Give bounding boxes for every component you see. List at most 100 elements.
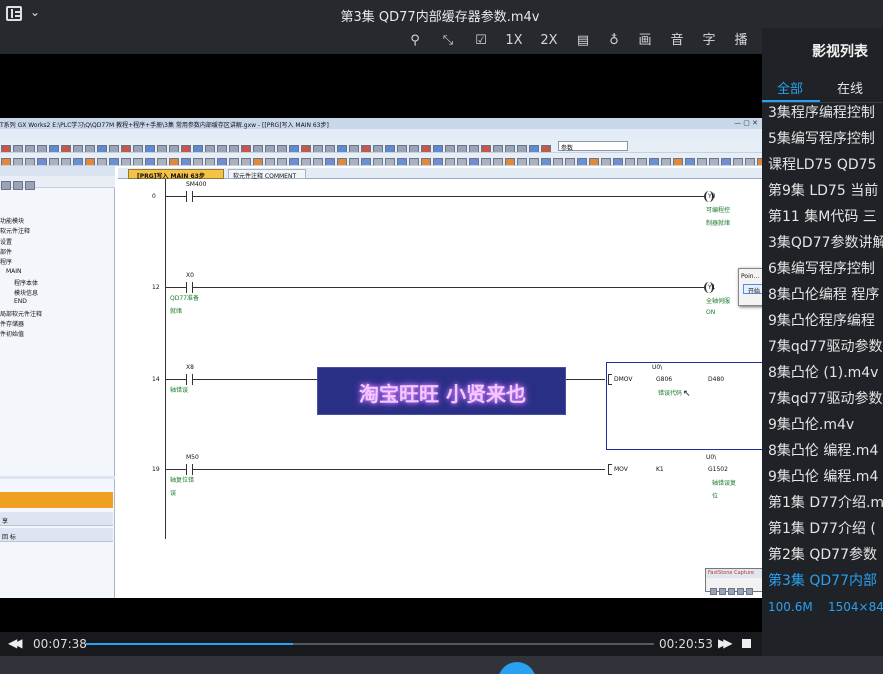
pin-icon[interactable]: ⚲ (404, 32, 426, 50)
gx-tool-icon[interactable] (181, 158, 191, 165)
playlist-item[interactable]: 7集qd77驱动参数 (768, 388, 883, 408)
gx-panel-header-2[interactable]: 回 标 (0, 528, 113, 542)
gx-tab-comment[interactable]: 软元件注释 COMMENT (228, 169, 306, 180)
gx-tool-icon[interactable] (313, 158, 323, 165)
gx-tool-icon[interactable] (337, 158, 347, 165)
gx-tool-icon[interactable] (733, 158, 743, 165)
gx-tool-icon[interactable] (433, 145, 443, 152)
fullscreen-icon[interactable]: ⤡ (437, 32, 459, 50)
gx-tool-icon[interactable] (517, 145, 527, 152)
gx-tree-item[interactable]: 程序 (0, 257, 12, 266)
gx-tool-icon[interactable] (37, 158, 47, 165)
gx-tool-icon[interactable] (721, 158, 731, 165)
gx-tool-icon[interactable] (481, 158, 491, 165)
tab-all[interactable]: 全部 (777, 78, 803, 97)
playlist-item[interactable]: 第1集 D77介绍.m (768, 492, 883, 512)
playlist-item[interactable]: 课程LD75 QD75 (768, 154, 883, 174)
gx-tool-icon[interactable] (61, 158, 71, 165)
gx-tree-item[interactable]: 局部软元件注释 (0, 309, 42, 318)
gx-tool-icon[interactable] (613, 158, 623, 165)
gx-tool-icon[interactable] (457, 145, 467, 152)
faststone-capture-bar[interactable]: FastStone Capture (705, 568, 762, 595)
gx-tool-icon[interactable] (97, 158, 107, 165)
gx-tool-icon[interactable] (217, 158, 227, 165)
gx-tool-icon[interactable] (469, 158, 479, 165)
gx-tool-icon[interactable] (481, 145, 491, 152)
gx-tool-icon[interactable] (325, 158, 335, 165)
gx-tool-icon[interactable] (301, 158, 311, 165)
gx-tool-icon[interactable] (637, 158, 647, 165)
gx-tool-icon[interactable] (373, 145, 383, 152)
gx-tool-icon[interactable] (517, 158, 527, 165)
gx-tool-icon[interactable] (385, 158, 395, 165)
gx-tool-icon[interactable] (145, 158, 155, 165)
gx-tool-icon[interactable] (397, 145, 407, 152)
gx-tool-icon[interactable] (229, 158, 239, 165)
gx-tool-icon[interactable] (193, 145, 203, 152)
chevron-down-icon[interactable]: ⌄ (30, 5, 40, 19)
gx-tool-icon[interactable] (529, 145, 539, 152)
edit-icon[interactable]: ☑ (470, 32, 492, 50)
gx-tool-icon[interactable] (25, 145, 35, 152)
gx-tool-icon[interactable] (229, 145, 239, 152)
gx-tool-icon[interactable] (253, 145, 263, 152)
gx-tool-icon[interactable] (265, 145, 275, 152)
gx-tool-icon[interactable] (169, 158, 179, 165)
gx-tool-icon[interactable] (421, 158, 431, 165)
gx-tool-icon[interactable] (277, 145, 287, 152)
gx-tool-icon[interactable] (133, 145, 143, 152)
gx-tool-icon[interactable] (277, 158, 287, 165)
toolbar-字-button[interactable]: 字 (698, 32, 720, 50)
gx-tool-icon[interactable] (49, 158, 59, 165)
gx-tool-icon[interactable] (577, 158, 587, 165)
gx-tool-icon[interactable] (493, 145, 503, 152)
gx-tool-icon[interactable] (61, 145, 71, 152)
gx-tool-icon[interactable] (529, 158, 539, 165)
gx-tool-icon[interactable] (397, 158, 407, 165)
gx-tool-icon[interactable] (409, 145, 419, 152)
playlist-item[interactable]: 3集QD77参数讲解 (768, 232, 883, 252)
playlist-item[interactable]: 8集凸伦编程 程序 (768, 284, 883, 304)
gx-tool-icon[interactable] (349, 145, 359, 152)
gx-tool-icon[interactable] (85, 158, 95, 165)
gx-tool-icon[interactable] (445, 145, 455, 152)
gx-tree-item[interactable]: 件初始值 (0, 329, 24, 338)
toolbar-2X-button[interactable]: 2X (538, 32, 560, 50)
tab-online[interactable]: 在线 (837, 78, 863, 97)
gx-tool-icon[interactable] (565, 158, 575, 165)
gx-tool-icon[interactable] (745, 158, 755, 165)
play-button[interactable] (498, 662, 536, 674)
gx-tool-icon[interactable] (121, 158, 131, 165)
toolbar-1X-button[interactable]: 1X (503, 32, 525, 50)
gx-tool-icon[interactable] (25, 158, 35, 165)
rewind-icon[interactable]: ◀◀ (8, 636, 23, 650)
gx-tool-icon[interactable] (649, 158, 659, 165)
bulb-icon[interactable]: ♁ (603, 32, 625, 50)
gx-tool-icon[interactable] (337, 145, 347, 152)
gx-tool-icon[interactable] (1, 158, 11, 165)
gx-tool-icon[interactable] (253, 158, 263, 165)
gx-tool-icon[interactable] (601, 158, 611, 165)
gx-tool-icon[interactable] (541, 145, 551, 152)
gx-tree-item[interactable]: 件存储器 (0, 319, 24, 328)
playlist-item[interactable]: 7集qd77驱动参数 (768, 336, 883, 356)
gx-tool-icon[interactable] (361, 158, 371, 165)
playlist-item[interactable]: 第2集 QD77参数 (768, 544, 883, 564)
gx-tool-icon[interactable] (421, 145, 431, 152)
playlist-item[interactable]: 5集编写程序控制 (768, 128, 883, 148)
gx-tool-icon[interactable] (121, 145, 131, 152)
gx-tool-icon[interactable] (241, 145, 251, 152)
gx-tool-icon[interactable] (697, 158, 707, 165)
gx-tool-icon[interactable] (109, 158, 119, 165)
gx-window-buttons[interactable]: — ▢ ✕ (734, 119, 758, 127)
gx-tool-icon[interactable] (13, 158, 23, 165)
gx-tree-item[interactable]: 设置 (0, 237, 12, 246)
gx-tool-icon[interactable] (205, 145, 215, 152)
gx-tool-icon[interactable] (37, 145, 47, 152)
playlist-item[interactable]: 第9集 LD75 当前 (768, 180, 883, 200)
subtitle-box-icon[interactable]: ▤ (572, 32, 594, 50)
gx-tool-icon[interactable] (193, 158, 203, 165)
gx-tree-item[interactable]: 部件 (0, 247, 12, 256)
gx-tool-icon[interactable] (505, 158, 515, 165)
gx-tool-icon[interactable] (445, 158, 455, 165)
